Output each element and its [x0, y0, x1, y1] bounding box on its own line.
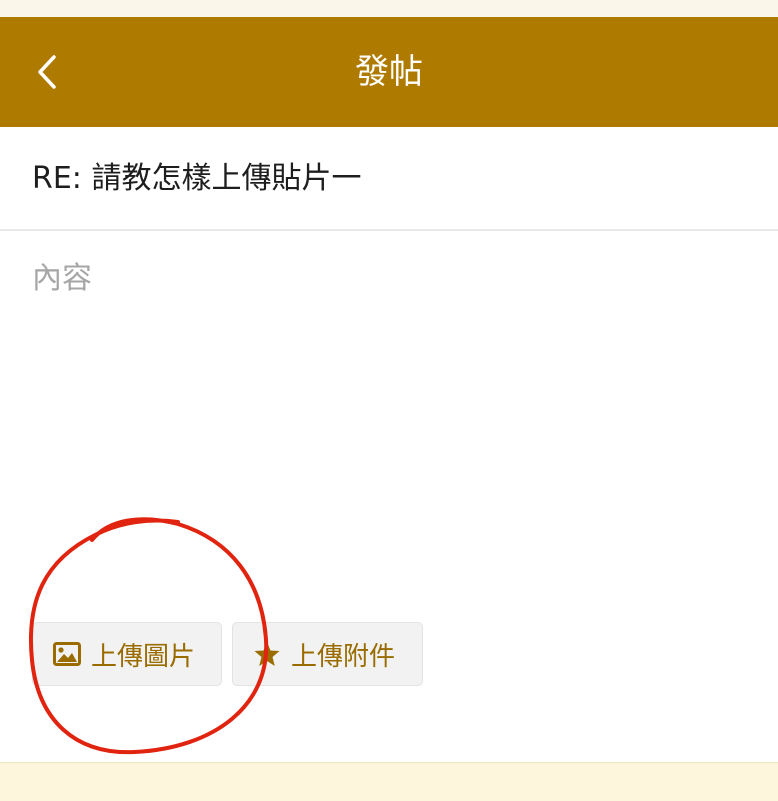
- upload-attachment-label: 上傳附件: [291, 641, 396, 672]
- status-bar-strip: [0, 0, 778, 17]
- editor-toolbar: 上傳圖片 上傳附件: [0, 620, 778, 690]
- app-header: 發帖: [0, 17, 778, 127]
- image-icon: [53, 640, 81, 668]
- upload-image-label: 上傳圖片: [91, 641, 196, 672]
- subject-value: RE: 請教怎樣上傳貼片一: [32, 161, 362, 196]
- upload-image-button[interactable]: 上傳圖片: [32, 622, 222, 686]
- content-textarea[interactable]: 內容: [0, 233, 778, 593]
- content-placeholder: 內容: [32, 261, 92, 296]
- upload-attachment-button[interactable]: 上傳附件: [232, 622, 423, 686]
- page-title: 發帖: [355, 52, 423, 92]
- bottom-bar: [0, 762, 778, 801]
- star-icon: [253, 640, 281, 668]
- subject-field[interactable]: RE: 請教怎樣上傳貼片一: [0, 127, 778, 231]
